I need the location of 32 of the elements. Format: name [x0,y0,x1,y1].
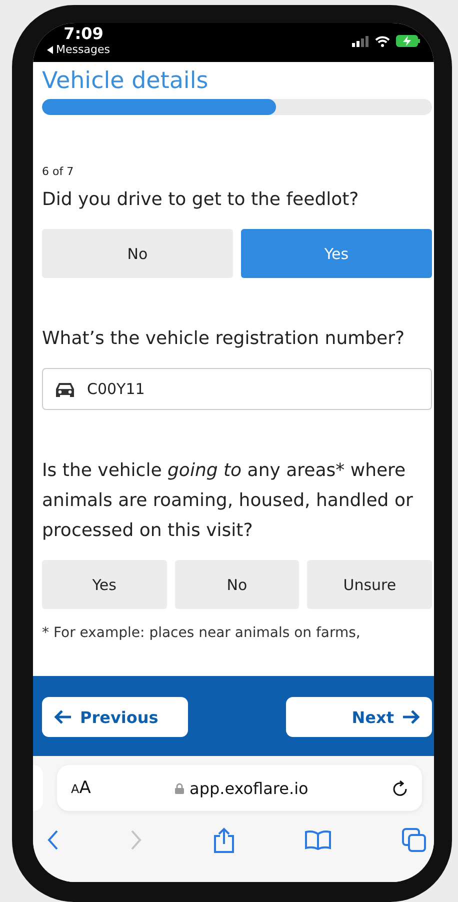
answer-option[interactable]: Yes [241,229,432,278]
question-text: What’s the vehicle registration number? [42,327,406,351]
bookmarks-icon[interactable] [305,830,332,850]
answer-option[interactable]: No [42,229,233,278]
question-text: Is the vehicle going to any areas* where animals are roaming, housed, handled or processed on this visit? [42,459,414,543]
battery-charging-icon [396,35,420,47]
left-arrow-icon [54,709,72,725]
answer-option[interactable]: Unsure [307,560,432,609]
right-arrow-icon [402,709,420,725]
answer-option[interactable]: Yes [42,560,167,609]
share-icon[interactable] [212,827,234,853]
answer-option[interactable]: No [174,560,300,609]
tabs-icon[interactable] [402,828,426,852]
registration-input-field[interactable]: C00Y11 [42,368,432,410]
question-text: Did you drive to get to the feedlot? [42,188,360,212]
status-time: 7:09 [64,25,104,43]
reload-icon[interactable] [392,780,408,796]
page-title: Vehicle details [42,67,210,96]
wifi-icon [375,36,390,46]
next-button[interactable]: Next [286,697,432,737]
signal-icon [352,36,369,46]
address-bar[interactable]: AA app.exoflare.io [57,765,422,811]
url-text: app.exoflare.io [190,778,308,798]
text-size-button[interactable]: AA [71,778,91,798]
footnote: * For example: places near animals on farms, [42,625,362,641]
back-to-app-link[interactable]: Messages [56,43,110,56]
car-icon [55,380,75,398]
step-counter: 6 of 7 [42,165,74,178]
back-triangle-icon [47,46,53,54]
previous-button[interactable]: Previous [42,697,188,737]
lock-icon [174,782,184,794]
back-icon[interactable] [47,830,59,850]
